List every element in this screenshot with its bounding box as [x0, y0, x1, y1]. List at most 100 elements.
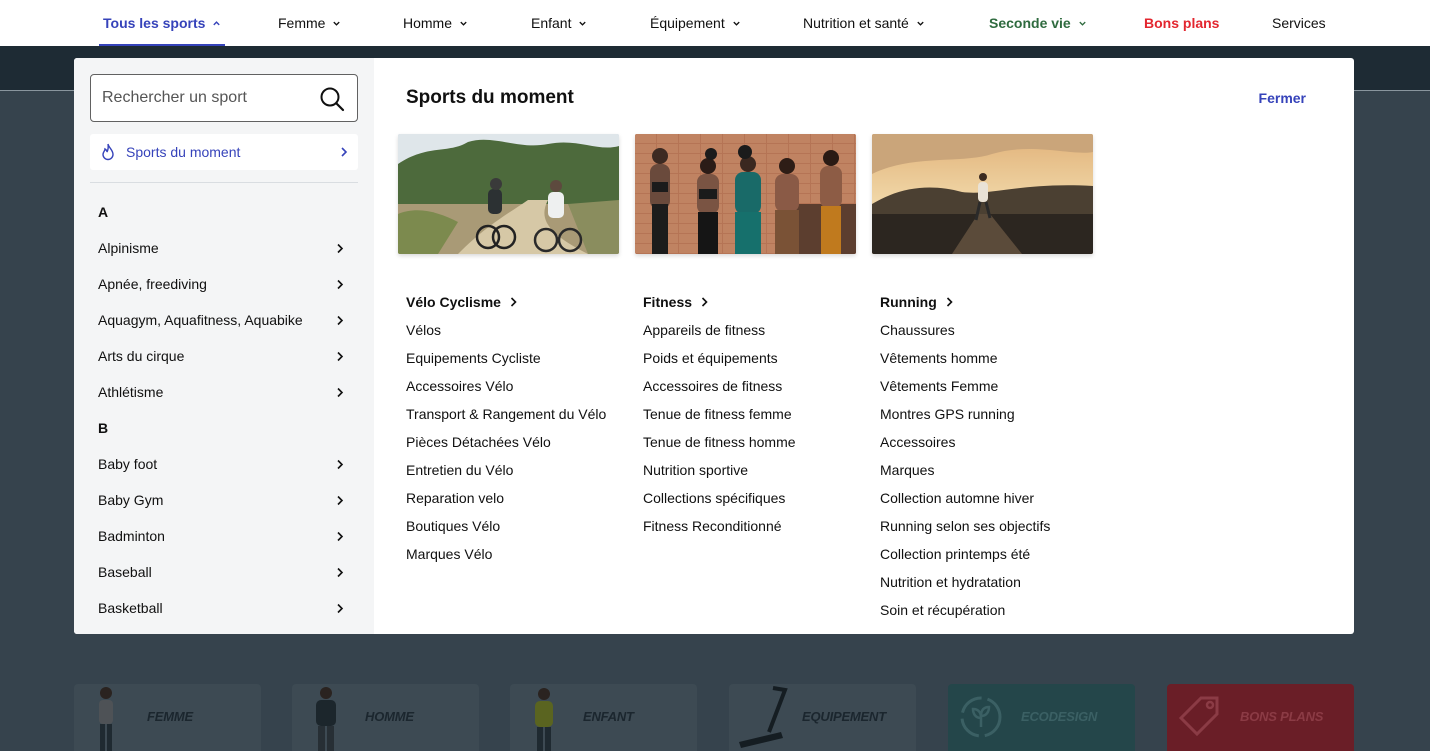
nav-label: Seconde vie	[989, 15, 1071, 31]
menu-link[interactable]: Appareils de fitness	[643, 316, 796, 344]
nav-bons-plans[interactable]: Bons plans	[1144, 0, 1219, 46]
menu-link[interactable]: Running selon ses objectifs	[880, 512, 1050, 540]
nav-enfant[interactable]: Enfant	[531, 0, 587, 46]
chevron-right-icon	[701, 297, 708, 307]
menu-link[interactable]: Poids et équipements	[643, 344, 796, 372]
menu-link[interactable]: Accessoires de fitness	[643, 372, 796, 400]
chevron-down-icon	[917, 21, 924, 26]
menu-link[interactable]: Marques Vélo	[406, 540, 606, 568]
nav-label: Enfant	[531, 15, 572, 31]
column-heading-link[interactable]: Fitness	[643, 288, 796, 316]
woman-figure-icon	[99, 687, 113, 751]
chevron-right-icon	[337, 567, 344, 578]
menu-link[interactable]: Tenue de fitness femme	[643, 400, 796, 428]
cycling-photo[interactable]	[398, 134, 619, 254]
category-card-bons-plans[interactable]: BONS PLANS	[1167, 684, 1354, 751]
letter-heading-b: B	[98, 420, 109, 436]
menu-link[interactable]: Vélos	[406, 316, 606, 344]
menu-link[interactable]: Entretien du Vélo	[406, 456, 606, 484]
column-heading-link[interactable]: Vélo Cyclisme	[406, 288, 606, 316]
nav-label: Équipement	[650, 15, 725, 31]
nav-seconde-vie[interactable]: Seconde vie	[989, 0, 1087, 46]
menu-link[interactable]: Vêtements Femme	[880, 372, 1050, 400]
column-heading-link[interactable]: Running	[880, 288, 1050, 316]
chevron-down-icon	[733, 21, 740, 26]
category-label: ECODESIGN	[1021, 709, 1098, 724]
sports-du-moment-label: Sports du moment	[126, 144, 241, 160]
chevron-right-icon	[337, 495, 344, 506]
nav-tous-les-sports[interactable]: Tous les sports	[98, 0, 226, 46]
sport-item[interactable]: Basketball	[74, 590, 374, 626]
nav-femme[interactable]: Femme	[278, 0, 341, 46]
chevron-down-icon	[1079, 21, 1086, 26]
column-heading: Vélo Cyclisme	[406, 294, 501, 310]
sport-item[interactable]: Apnée, freediving	[74, 266, 374, 302]
menu-link[interactable]: Chaussures	[880, 316, 1050, 344]
menu-link[interactable]: Marques	[880, 456, 1050, 484]
sport-item[interactable]: Baseball	[74, 554, 374, 590]
menu-link[interactable]: Boutiques Vélo	[406, 512, 606, 540]
leaf-cycle-icon	[960, 696, 1002, 738]
menu-link[interactable]: Collection printemps été	[880, 540, 1050, 568]
sport-label: Athlétisme	[98, 384, 164, 400]
category-card-ecodesign[interactable]: ECODESIGN	[948, 684, 1135, 751]
menu-link[interactable]: Transport & Rangement du Vélo	[406, 400, 606, 428]
sport-label: Arts du cirque	[98, 348, 185, 364]
category-label: FEMME	[147, 709, 193, 724]
menu-link[interactable]: Collection automne hiver	[880, 484, 1050, 512]
sport-item[interactable]: Athlétisme	[74, 374, 374, 410]
menu-link[interactable]: Reparation velo	[406, 484, 606, 512]
menu-link[interactable]: Tenue de fitness homme	[643, 428, 796, 456]
chevron-right-icon	[337, 351, 344, 362]
price-tag-icon	[1178, 696, 1219, 737]
category-card-homme[interactable]: HOMME	[292, 684, 479, 751]
sport-item[interactable]: Alpinisme	[74, 230, 374, 266]
sport-item[interactable]: Baby Gym	[74, 482, 374, 518]
sport-item[interactable]: Baby foot	[74, 446, 374, 482]
nav-label: Services	[1272, 15, 1326, 31]
menu-link[interactable]: Collections spécifiques	[643, 484, 796, 512]
menu-link[interactable]: Nutrition et hydratation	[880, 568, 1050, 596]
chevron-down-icon	[333, 21, 341, 26]
menu-link[interactable]: Equipements Cycliste	[406, 344, 606, 372]
menu-link[interactable]: Nutrition sportive	[643, 456, 796, 484]
sport-item[interactable]: Aquagym, Aquafitness, Aquabike	[74, 302, 374, 338]
nav-label: Nutrition et santé	[803, 15, 909, 31]
category-card-equipement[interactable]: EQUIPEMENT	[729, 684, 916, 751]
chevron-right-icon	[337, 603, 344, 614]
chevron-right-icon	[946, 297, 953, 307]
category-card-enfant[interactable]: ENFANT	[510, 684, 697, 751]
category-label: BONS PLANS	[1240, 709, 1324, 724]
menu-link[interactable]: Montres GPS running	[880, 400, 1050, 428]
menu-link[interactable]: Accessoires	[880, 428, 1050, 456]
main-navigation: Tous les sports Femme Homme Enfant Équip…	[0, 0, 1430, 46]
sport-label: Basketball	[98, 600, 163, 616]
menu-link[interactable]: Fitness Reconditionné	[643, 512, 796, 540]
sport-label: Alpinisme	[98, 240, 159, 256]
nav-equipement[interactable]: Équipement	[650, 0, 741, 46]
category-label: EQUIPEMENT	[802, 709, 886, 724]
close-menu-button[interactable]: Fermer	[1259, 90, 1306, 106]
running-photo[interactable]	[872, 134, 1093, 254]
sport-item[interactable]: Arts du cirque	[74, 338, 374, 374]
sports-mega-menu: Sports du moment A Alpinisme Apnée, free…	[74, 58, 1354, 634]
chevron-up-icon	[213, 20, 221, 25]
sport-search-input[interactable]	[102, 87, 312, 109]
nav-nutrition-sante[interactable]: Nutrition et santé	[803, 0, 925, 46]
category-card-femme[interactable]: FEMME	[74, 684, 261, 751]
search-icon[interactable]	[319, 86, 345, 112]
sport-label: Baby foot	[98, 456, 158, 472]
menu-link[interactable]: Accessoires Vélo	[406, 372, 606, 400]
nav-services[interactable]: Services	[1272, 0, 1326, 46]
menu-link[interactable]: Pièces Détachées Vélo	[406, 428, 606, 456]
menu-link[interactable]: Soin et récupération	[880, 596, 1050, 624]
fitness-photo[interactable]	[635, 134, 856, 254]
sports-du-moment-link[interactable]: Sports du moment	[90, 134, 358, 170]
column-velo-cyclisme: Vélo Cyclisme Vélos Equipements Cycliste…	[406, 288, 606, 568]
nav-label: Femme	[278, 15, 326, 31]
column-heading: Fitness	[643, 294, 693, 310]
sport-item[interactable]: Badminton	[74, 518, 374, 554]
chevron-down-icon	[579, 21, 587, 26]
menu-link[interactable]: Vêtements homme	[880, 344, 1050, 372]
nav-homme[interactable]: Homme	[403, 0, 468, 46]
